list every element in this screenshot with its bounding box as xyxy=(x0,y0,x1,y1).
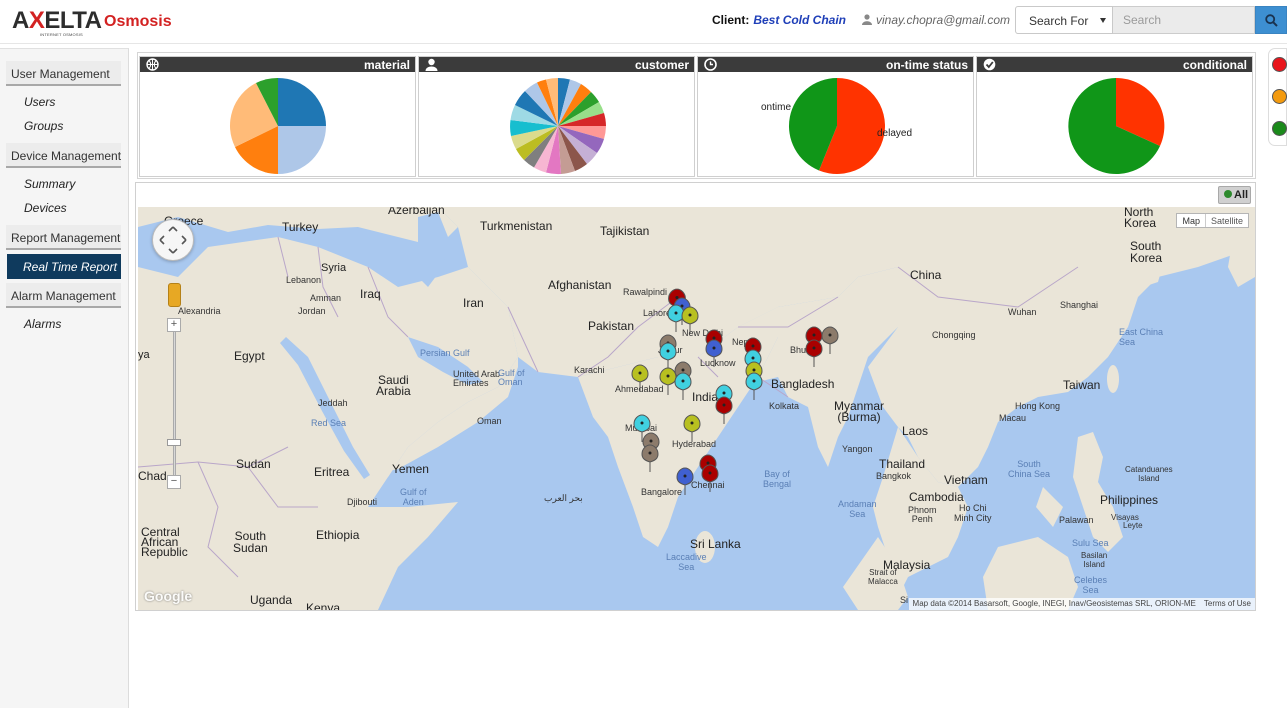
panel-header: material xyxy=(140,57,415,72)
user-email: vinay.chopra@gmail.com xyxy=(876,13,1011,27)
pan-control[interactable] xyxy=(152,219,194,261)
globe-icon xyxy=(146,58,159,71)
google-logo: Google xyxy=(144,588,193,604)
all-filter-button[interactable]: All xyxy=(1218,186,1251,204)
map-marker[interactable] xyxy=(667,304,685,332)
map-marker[interactable] xyxy=(674,372,692,400)
sidebar-item-real-time-report[interactable]: Real Time Report xyxy=(7,254,121,279)
panel-title: conditional xyxy=(1183,58,1247,72)
terms-of-use-link[interactable]: Terms of Use xyxy=(1204,599,1251,608)
map-attribution: Map data ©2014 Basarsoft, Google, INEGI,… xyxy=(908,598,1255,610)
search-input[interactable] xyxy=(1113,6,1255,34)
map-marker[interactable] xyxy=(683,414,701,442)
map-marker[interactable] xyxy=(659,367,677,395)
search-select-value: Search For xyxy=(1029,14,1089,28)
map-container: All Azerbaijan Turkey Turkmenistan Tajik… xyxy=(135,182,1256,611)
panel-header: conditional xyxy=(977,57,1252,72)
map-marker[interactable] xyxy=(821,326,839,354)
user-account[interactable]: vinay.chopra@gmail.com xyxy=(862,13,1010,27)
check-icon xyxy=(983,58,996,71)
map-marker[interactable] xyxy=(705,339,723,367)
panel-title: on-time status xyxy=(885,58,968,72)
panel-title: material xyxy=(363,58,410,72)
pie-label-ontime: ontime xyxy=(761,102,792,113)
client-label: Client: xyxy=(712,13,750,27)
map-type-satellite[interactable]: Satellite xyxy=(1204,214,1248,227)
app-name: Osmosis xyxy=(104,13,172,30)
sidebar-item-groups[interactable]: Groups xyxy=(24,119,63,133)
logo-subtext: INTERNET OSMOSIS xyxy=(40,32,83,37)
all-label: All xyxy=(1234,189,1249,201)
chart-panels: material customer on-time status ontime … xyxy=(137,52,1256,179)
map-marker[interactable] xyxy=(641,444,659,472)
client-value[interactable]: Best Cold Chain xyxy=(753,13,846,27)
panel-header: on-time status xyxy=(698,57,973,72)
panel-material: material xyxy=(139,56,416,177)
panel-conditional: conditional xyxy=(976,56,1253,177)
sidebar-item-users[interactable]: Users xyxy=(24,95,55,109)
pie-label-delayed: delayed xyxy=(877,128,913,139)
caret-down-icon xyxy=(1100,18,1106,23)
sidebar-group-alarm-management[interactable]: Alarm Management xyxy=(6,283,121,308)
status-filter-dots xyxy=(1268,48,1287,146)
sidebar-group-device-management[interactable]: Device Management xyxy=(6,143,121,168)
on-time-status-pie-chart[interactable] xyxy=(788,77,886,175)
panel-customer: customer xyxy=(418,56,695,177)
street-view-pegman-icon[interactable] xyxy=(168,283,181,307)
customer-pie-chart[interactable] xyxy=(509,77,607,175)
sidebar-group-report-management[interactable]: Report Management xyxy=(6,225,121,250)
material-pie-chart[interactable] xyxy=(229,77,327,175)
status-dot-orange[interactable] xyxy=(1272,89,1287,104)
panel-on-time-status: on-time status ontime delayed xyxy=(697,56,974,177)
map-marker[interactable] xyxy=(631,364,649,392)
status-dot-green[interactable] xyxy=(1272,121,1287,136)
header: AXELTA INTERNET OSMOSIS Osmosis Client: B… xyxy=(0,0,1287,44)
sidebar-item-devices[interactable]: Devices xyxy=(24,201,67,215)
sidebar-item-summary[interactable]: Summary xyxy=(24,177,75,191)
map-marker[interactable] xyxy=(676,467,694,495)
map-type-map[interactable]: Map xyxy=(1177,214,1205,227)
conditional-pie-chart[interactable] xyxy=(1067,77,1165,175)
panel-header: customer xyxy=(419,57,694,72)
sidebar-item-alarms[interactable]: Alarms xyxy=(24,317,61,331)
client-info: Client: Best Cold Chain xyxy=(712,13,846,27)
map-marker[interactable] xyxy=(701,464,719,492)
map-marker[interactable] xyxy=(805,339,823,367)
user-icon xyxy=(862,14,872,25)
map-marker[interactable] xyxy=(681,306,699,334)
zoom-slider-knob[interactable] xyxy=(167,439,181,446)
attribution-text: Map data ©2014 Basarsoft, Google, INEGI,… xyxy=(912,599,1196,608)
map-marker[interactable] xyxy=(715,396,733,424)
map-marker[interactable] xyxy=(745,372,763,400)
map-marker[interactable] xyxy=(659,342,677,370)
pan-arrows-icon xyxy=(159,226,187,254)
map-markers xyxy=(631,288,839,495)
axelta-logo[interactable]: AXELTA INTERNET OSMOSIS xyxy=(12,7,102,37)
logo-text: AXELTA xyxy=(12,7,102,34)
search-icon xyxy=(1265,14,1278,27)
search-button[interactable] xyxy=(1255,6,1287,34)
search-for-select[interactable]: Search For xyxy=(1015,6,1113,34)
map-type-control: Map Satellite xyxy=(1176,213,1249,228)
zoom-slider-track[interactable] xyxy=(173,325,176,485)
google-map[interactable]: Greece Azerbaijan Turkey Turkmenistan Ta… xyxy=(138,207,1255,610)
panel-title: customer xyxy=(634,58,689,72)
clock-icon xyxy=(704,58,717,71)
zoom-in-button[interactable]: + xyxy=(167,318,181,332)
sidebar-group-user-management[interactable]: User Management xyxy=(6,61,121,86)
status-dot-red[interactable] xyxy=(1272,57,1287,72)
green-dot-icon xyxy=(1224,190,1232,198)
sidebar: User Management Users Groups Device Mana… xyxy=(0,48,129,708)
zoom-out-button[interactable]: − xyxy=(167,475,181,489)
person-icon xyxy=(425,58,438,71)
